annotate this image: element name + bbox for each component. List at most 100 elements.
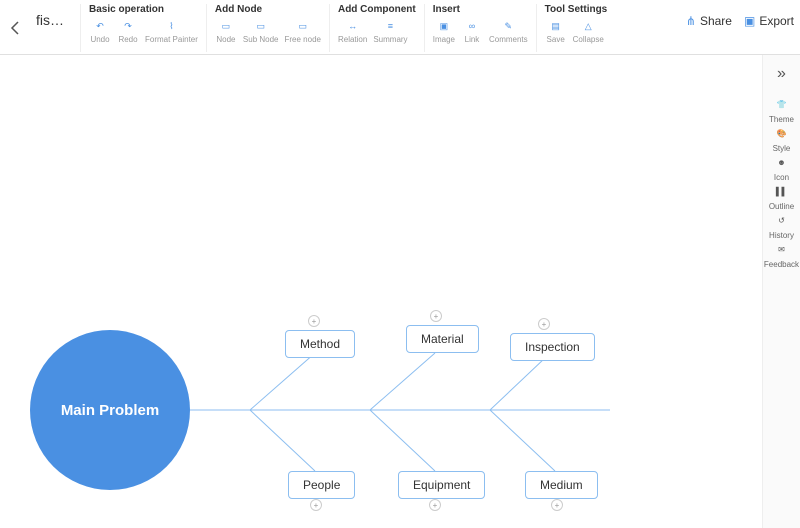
- link-icon: ∞: [463, 18, 481, 34]
- undo-icon: ↶: [91, 18, 109, 34]
- group-title: Add Node: [215, 4, 321, 15]
- item-label: Save: [547, 35, 565, 44]
- node-label: Inspection: [525, 340, 580, 354]
- item-label: Format Painter: [145, 35, 198, 44]
- node-label: People: [303, 478, 340, 492]
- export-label: Export: [759, 14, 794, 28]
- icon-icon: ☻: [772, 153, 790, 171]
- comments-button[interactable]: ✎Comments: [489, 18, 528, 44]
- sidebar-style[interactable]: 🎨 Style: [764, 124, 799, 153]
- add-cause-medium[interactable]: +: [551, 499, 563, 511]
- group-title: Basic operation: [89, 4, 198, 15]
- main-problem-label: Main Problem: [61, 402, 159, 419]
- toolbar-group: Tool Settings ▤Save △Collapse: [536, 4, 616, 52]
- export-button[interactable]: ▣ Export: [744, 14, 794, 28]
- item-label: Free node: [285, 35, 321, 44]
- save-button[interactable]: ▤Save: [545, 18, 567, 44]
- sidebar-label: History: [769, 231, 794, 240]
- share-icon: ⋔: [686, 14, 696, 28]
- sidebar-label: Style: [773, 144, 791, 153]
- image-icon: ▣: [435, 18, 453, 34]
- item-label: Collapse: [573, 35, 604, 44]
- node-label: Material: [421, 332, 464, 346]
- sub-node-icon: ▭: [252, 18, 270, 34]
- undo-button[interactable]: ↶Undo: [89, 18, 111, 44]
- collapse-tool-icon: △: [579, 18, 597, 34]
- image-button[interactable]: ▣Image: [433, 18, 455, 44]
- redo-button[interactable]: ↷Redo: [117, 18, 139, 44]
- summary-icon: ≡: [381, 18, 399, 34]
- collapse-tool-button[interactable]: △Collapse: [573, 18, 604, 44]
- cause-node-medium[interactable]: Medium: [525, 471, 598, 499]
- format-painter-button[interactable]: ⌇Format Painter: [145, 18, 198, 44]
- group-title: Tool Settings: [545, 4, 608, 15]
- toolbar-group: Add Component↔Relation≡Summary: [329, 4, 424, 52]
- relation-icon: ↔: [344, 18, 362, 34]
- sidebar-label: Icon: [774, 173, 789, 182]
- add-cause-inspection[interactable]: +: [538, 318, 550, 330]
- node-label: Equipment: [413, 478, 470, 492]
- collapse-sidebar-button[interactable]: »: [773, 61, 790, 87]
- add-cause-method[interactable]: +: [308, 315, 320, 327]
- item-label: Node: [216, 35, 235, 44]
- sidebar-label: Feedback: [764, 260, 799, 269]
- document-name[interactable]: fis…: [30, 4, 80, 52]
- item-label: Undo: [90, 35, 109, 44]
- node-label: Medium: [540, 478, 583, 492]
- item-label: Summary: [373, 35, 407, 44]
- cause-node-equipment[interactable]: Equipment: [398, 471, 485, 499]
- item-label: Redo: [118, 35, 137, 44]
- item-label: Image: [433, 35, 455, 44]
- export-icon: ▣: [744, 14, 755, 28]
- add-cause-people[interactable]: +: [310, 499, 322, 511]
- toolbar-group: Add Node▭Node▭Sub Node▭Free node: [206, 4, 329, 52]
- sidebar-history[interactable]: ↺ History: [764, 211, 799, 240]
- save-icon: ▤: [547, 18, 565, 34]
- relation-button[interactable]: ↔Relation: [338, 18, 367, 44]
- toolbar-group: Basic operation ↶Undo ↷Redo ⌇Format Painter: [80, 4, 206, 52]
- cause-node-method[interactable]: Method: [285, 330, 355, 358]
- format-painter-icon: ⌇: [162, 18, 180, 34]
- group-title: Insert: [433, 4, 528, 15]
- theme-icon: 👕: [772, 95, 790, 113]
- cause-node-material[interactable]: Material: [406, 325, 479, 353]
- item-label: Sub Node: [243, 35, 279, 44]
- style-icon: 🎨: [772, 124, 790, 142]
- summary-button[interactable]: ≡Summary: [373, 18, 407, 44]
- main-problem-node[interactable]: Main Problem: [30, 330, 190, 490]
- free-node-button[interactable]: ▭Free node: [285, 18, 321, 44]
- outline-icon: ▌▌: [772, 182, 790, 200]
- item-label: Relation: [338, 35, 367, 44]
- toolbar: fis… Basic operation ↶Undo ↷Redo ⌇Format Pa…: [0, 0, 800, 55]
- toolbar-group: Insert ▣Image ∞Link ✎Comments: [424, 4, 536, 52]
- sidebar-label: Outline: [769, 202, 794, 211]
- item-label: Link: [465, 35, 480, 44]
- node-button[interactable]: ▭Node: [215, 18, 237, 44]
- item-label: Comments: [489, 35, 528, 44]
- cause-node-people[interactable]: People: [288, 471, 355, 499]
- comments-icon: ✎: [499, 18, 517, 34]
- group-title: Add Component: [338, 4, 416, 15]
- back-button[interactable]: [0, 4, 30, 52]
- cause-node-inspection[interactable]: Inspection: [510, 333, 595, 361]
- history-icon: ↺: [772, 211, 790, 229]
- sidebar-label: Theme: [769, 115, 794, 124]
- sidebar-outline[interactable]: ▌▌ Outline: [764, 182, 799, 211]
- feedback-icon: ✉: [772, 240, 790, 258]
- sidebar-theme[interactable]: 👕 Theme: [764, 95, 799, 124]
- node-icon: ▭: [217, 18, 235, 34]
- right-sidebar: » 👕 Theme🎨 Style☻ Icon▌▌ Outline↺ History✉ Fee…: [762, 55, 800, 528]
- share-label: Share: [700, 14, 732, 28]
- share-button[interactable]: ⋔ Share: [686, 14, 732, 28]
- link-button[interactable]: ∞Link: [461, 18, 483, 44]
- canvas[interactable]: Main Problem Method + Material + Inspect…: [0, 55, 762, 528]
- add-cause-equipment[interactable]: +: [429, 499, 441, 511]
- redo-icon: ↷: [119, 18, 137, 34]
- sidebar-feedback[interactable]: ✉ Feedback: [764, 240, 799, 269]
- sidebar-icon[interactable]: ☻ Icon: [764, 153, 799, 182]
- add-cause-material[interactable]: +: [430, 310, 442, 322]
- node-label: Method: [300, 337, 340, 351]
- free-node-icon: ▭: [294, 18, 312, 34]
- toolbar-right: ⋔ Share ▣ Export: [686, 14, 794, 28]
- sub-node-button[interactable]: ▭Sub Node: [243, 18, 279, 44]
